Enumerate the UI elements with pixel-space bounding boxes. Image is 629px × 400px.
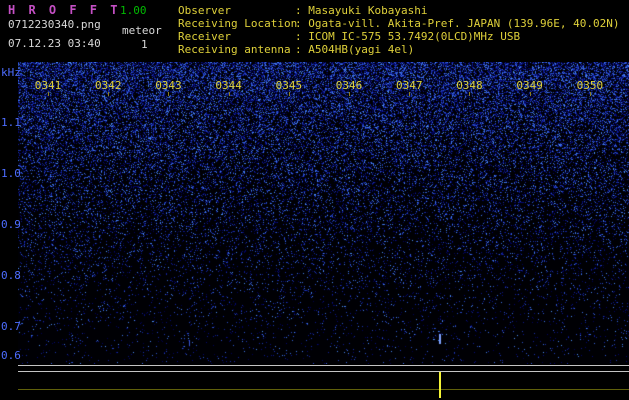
meteor-ping-spike (439, 372, 441, 398)
record-datetime: 07.12.23 03:40 (8, 37, 101, 50)
time-axis-label: 0349 (516, 79, 543, 92)
app-title: H R O F F T (8, 3, 121, 17)
station-info-row: Receiving Location: Ogata-vill. Akita-Pr… (178, 17, 628, 30)
station-info: Observer : Masayuki Kobayashi Receiving Lo… (178, 4, 628, 56)
hrofft-window: H R O F F T 1.00 0712230340.png meteor 0… (0, 0, 629, 400)
time-axis-tick (409, 92, 411, 96)
time-axis-tick (469, 92, 471, 96)
time-axis-label: 0346 (335, 79, 363, 92)
station-info-label: Observer (178, 4, 231, 17)
time-axis-tick (349, 92, 350, 96)
station-info-label: Receiver (178, 30, 231, 43)
time-axis-tick (288, 92, 290, 96)
app-version: 1.00 (120, 4, 147, 17)
station-info-value: : Ogata-vill. Akita-Pref. JAPAN (139.96E… (295, 17, 620, 30)
signal-level-baseline (18, 389, 629, 390)
output-filename: 0712230340.png (8, 18, 101, 31)
time-axis-label: 0341 (34, 79, 62, 92)
time-axis-tick (48, 92, 49, 96)
divider-line-upper (18, 365, 629, 366)
time-axis-label: 0350 (576, 79, 604, 92)
station-info-row: Receiver : ICOM IC-575 53.7492(0LCD)MHz U… (178, 30, 628, 43)
station-info-row: Receiving antenna : A504HB(yagi 4el) (178, 43, 628, 56)
divider-line-lower (18, 371, 629, 372)
spectrogram-canvas (18, 62, 629, 364)
mode-label: meteor (122, 24, 162, 37)
time-axis-tick (108, 92, 110, 96)
frequency-axis-label: 0.8 (1, 269, 21, 282)
frequency-axis-label: 0.9 (1, 218, 21, 231)
frequency-axis-label: 1.1 (1, 116, 21, 129)
frequency-axis-label: 0.7 (1, 320, 21, 333)
time-axis-tick (589, 92, 591, 96)
time-axis-label: 0345 (275, 79, 303, 92)
station-info-row: Observer : Masayuki Kobayashi (178, 4, 628, 17)
time-axis-label: 0342 (95, 79, 122, 92)
time-axis-tick (529, 92, 531, 96)
station-info-value: : Masayuki Kobayashi (295, 4, 428, 17)
station-info-label: Receiving Location (178, 17, 298, 30)
station-info-label: Receiving antenna (178, 43, 291, 56)
station-info-value: : A504HB(yagi 4el) (295, 43, 415, 56)
station-info-value: : ICOM IC-575 53.7492(0LCD)MHz USB (295, 30, 521, 43)
time-axis-label: 0344 (215, 79, 242, 92)
frequency-axis-unit: kHz (1, 66, 21, 79)
time-axis-tick (228, 92, 230, 96)
frequency-axis-label: 0.6 (1, 349, 21, 362)
meteor-count: 1 (141, 38, 148, 51)
time-axis-label: 0347 (396, 79, 423, 92)
time-axis-label: 0348 (456, 79, 483, 92)
frequency-axis-label: 1.0 (1, 167, 21, 180)
time-axis-label: 0343 (155, 79, 182, 92)
time-axis-tick (168, 92, 170, 96)
